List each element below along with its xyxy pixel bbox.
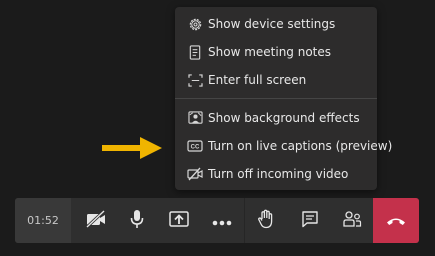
menu-item-full-screen[interactable]: Enter full screen <box>175 67 377 93</box>
share-screen-button[interactable] <box>158 198 200 243</box>
raise-hand-button[interactable] <box>245 198 287 243</box>
more-actions-menu: Show device settings Show meeting notes … <box>175 7 392 190</box>
menu-item-live-captions[interactable]: CC Turn on live captions (preview) <box>175 133 392 159</box>
microphone-button[interactable] <box>116 198 158 243</box>
hand-icon <box>257 209 275 233</box>
svg-text:CC: CC <box>191 145 200 151</box>
menu-item-label: Turn off incoming video <box>208 167 349 181</box>
menu-item-device-settings[interactable]: Show device settings <box>175 11 377 37</box>
call-timer: 01:52 <box>27 214 59 227</box>
captions-icon: CC <box>187 138 203 154</box>
menu-item-label: Show meeting notes <box>208 45 332 59</box>
video-off-icon <box>85 209 107 232</box>
hang-up-button[interactable] <box>373 198 419 243</box>
gear-icon <box>187 16 203 32</box>
chat-icon <box>301 210 319 232</box>
meeting-toolbar: 01:52 <box>15 198 419 243</box>
more-actions-button[interactable] <box>201 198 243 243</box>
menu-item-meeting-notes[interactable]: Show meeting notes <box>175 39 377 65</box>
participants-button[interactable] <box>331 198 373 243</box>
phone-hangup-icon <box>386 211 406 230</box>
microphone-icon <box>129 209 145 233</box>
camera-off-button[interactable] <box>75 198 117 243</box>
menu-item-incoming-video-off[interactable]: Turn off incoming video <box>175 161 377 187</box>
people-icon <box>342 210 362 232</box>
menu-item-label: Show device settings <box>208 17 336 31</box>
ellipsis-icon <box>212 211 232 230</box>
share-tray-icon <box>169 210 189 232</box>
chat-button[interactable] <box>289 198 331 243</box>
arrow-icon <box>102 136 162 160</box>
menu-item-background-effects[interactable]: Show background effects <box>175 105 377 131</box>
menu-divider <box>175 98 377 99</box>
background-effects-icon <box>187 110 203 126</box>
menu-item-label: Enter full screen <box>208 73 307 87</box>
menu-item-label: Show background effects <box>208 111 360 125</box>
fullscreen-icon <box>187 72 203 88</box>
menu-item-label: Turn on live captions (preview) <box>208 139 393 153</box>
video-off-icon <box>187 166 203 182</box>
notes-icon <box>187 44 203 60</box>
